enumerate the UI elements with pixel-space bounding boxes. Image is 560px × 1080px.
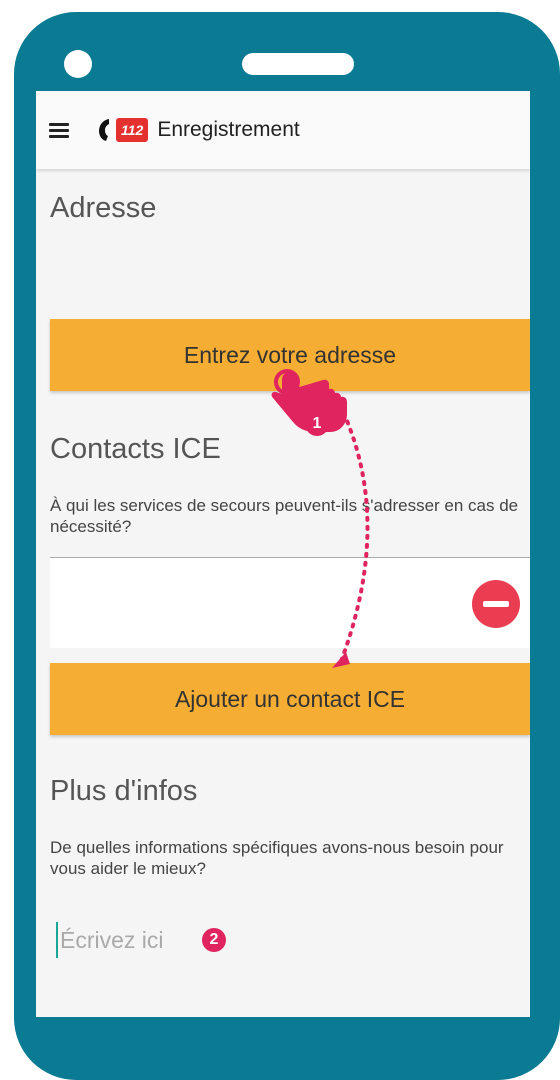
more-info-section-title: Plus d'infos	[50, 775, 198, 807]
page-title: Enregistrement	[157, 118, 300, 141]
ice-description: À qui les services de secours peuvent-il…	[50, 496, 519, 536]
more-info-input[interactable]	[58, 926, 190, 954]
app-logo: 112	[97, 118, 149, 142]
ice-contact-row[interactable]	[50, 557, 530, 648]
address-section-title: Adresse	[50, 192, 157, 224]
enter-address-button[interactable]: Entrez votre adresse	[50, 319, 530, 391]
remove-contact-button[interactable]	[472, 580, 520, 628]
step-2-badge: 2	[202, 928, 226, 952]
step-1-badge: 1	[305, 412, 329, 436]
app-bar: 112 Enregistrement	[36, 91, 530, 169]
app-screen: 112 Enregistrement Adresse Entrez votre …	[36, 91, 530, 1017]
earpiece-speaker	[242, 53, 354, 75]
more-info-description: De quelles informations spécifiques avon…	[50, 838, 504, 878]
phone-handset-icon	[99, 119, 109, 141]
logo-112-badge: 112	[116, 118, 149, 142]
add-ice-contact-button[interactable]: Ajouter un contact ICE	[50, 663, 530, 735]
front-camera	[64, 50, 92, 78]
hamburger-menu-icon[interactable]	[49, 122, 69, 138]
ice-section-title: Contacts ICE	[50, 433, 221, 465]
more-info-field	[56, 922, 190, 958]
